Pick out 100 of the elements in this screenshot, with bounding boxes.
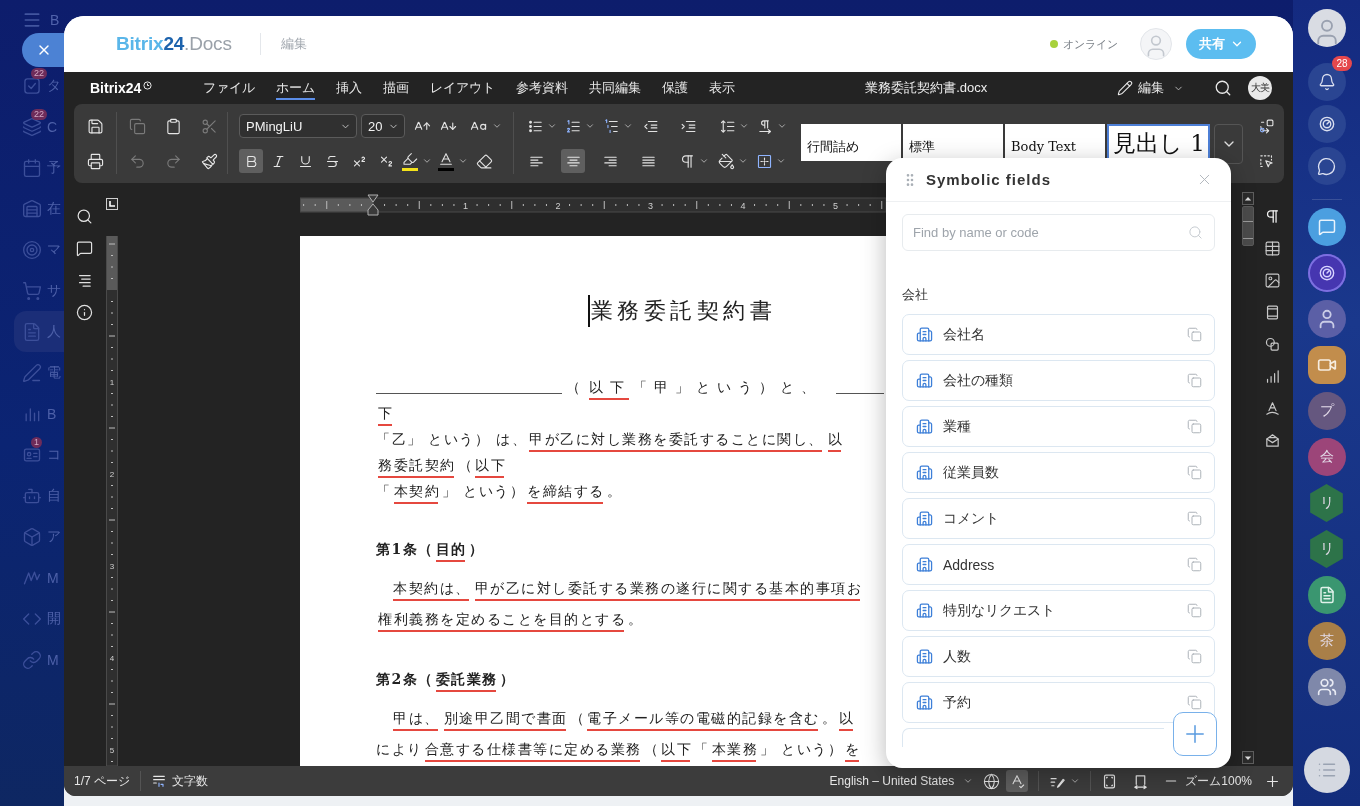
ruler-number: 1 [109,378,115,387]
field-item[interactable]: 従業員数 [902,452,1215,493]
mail-icon[interactable] [1263,432,1281,449]
document-text: 本契約は、 甲が乙に対し委託する業務の遂行に関する基本的事項お [376,572,864,603]
caret-icon[interactable] [776,156,786,166]
table-icon[interactable] [1263,240,1281,257]
sidebar-item[interactable]: 1 コ [14,434,64,475]
search-field[interactable]: Find by name or code [902,214,1215,251]
menu-tab[interactable]: 描画 [383,76,410,100]
document-icon[interactable] [1307,576,1346,614]
group-avatar[interactable] [1307,668,1346,706]
comment-icon[interactable] [75,240,93,257]
globe-icon[interactable] [983,772,1001,790]
scroll-down-button[interactable] [1242,751,1254,764]
borders-icon[interactable] [755,152,773,170]
field-item[interactable]: Address [902,544,1215,585]
search-icon[interactable] [75,208,93,225]
caret-icon[interactable] [738,156,748,166]
chat-icon[interactable] [1307,208,1346,246]
video-camera-icon[interactable] [1307,346,1346,384]
field-item[interactable]: 予約 [902,682,1215,723]
caret-icon[interactable] [458,156,468,166]
document-text: 務委託契約（以下 [376,452,508,478]
multilevel-list-icon[interactable] [602,117,620,135]
field-item[interactable]: 会社の種類 [902,360,1215,401]
style-preset[interactable]: 行間詰め [801,124,901,161]
field-item[interactable]: 業種 [902,406,1215,447]
text-art-icon[interactable] [1263,400,1281,417]
indent-marker[interactable] [367,194,379,216]
subscript-icon [378,153,394,169]
sidebar-item[interactable]: 22 C [14,106,64,147]
menu-tab[interactable]: レイアウト [430,76,496,100]
fit-width-icon[interactable] [1132,772,1150,790]
document-name: 業務委託契約書.docx [865,79,988,97]
field-item[interactable]: 特別なリクエスト [902,590,1215,631]
calendar-icon [22,157,42,178]
menu-tab[interactable]: 参考資料 [516,76,569,100]
menu-tab[interactable]: 表示 [709,76,736,100]
caret-icon[interactable] [739,121,749,131]
tab-stop-icon[interactable] [106,198,118,210]
font-color-icon[interactable] [437,151,454,171]
caret-icon[interactable] [422,156,432,166]
sidebar-item[interactable]: 22 タ [14,65,64,106]
menu-tab[interactable]: 挿入 [336,76,363,100]
search-icon[interactable] [1214,79,1232,97]
caret-icon[interactable] [777,121,787,131]
align-center-button[interactable] [561,149,585,173]
paste-icon[interactable] [164,117,182,135]
format-painter-icon[interactable] [200,152,218,170]
menu-tab[interactable]: ファイル [203,76,256,100]
field-item[interactable] [902,728,1164,747]
caret-icon[interactable] [1070,776,1081,786]
field-item[interactable]: 会社名 [902,314,1215,355]
select-icon[interactable] [1257,152,1275,170]
bold-button[interactable] [239,149,263,173]
field-item[interactable]: コメント [902,498,1215,539]
font-size-select[interactable]: 20 [361,114,405,138]
paragraph-direction-icon[interactable] [756,117,774,135]
caret-icon[interactable] [547,121,557,131]
language-select[interactable]: English – United States [829,774,974,788]
count-badge: 22 [31,108,47,120]
image-icon[interactable] [1263,272,1281,289]
target-icon[interactable] [1307,254,1346,292]
menu-tab[interactable]: 共同編集 [589,76,642,100]
caret-icon[interactable] [492,121,502,131]
font-select[interactable]: PMingLiU [239,114,357,138]
target-icon[interactable] [1307,105,1346,143]
field-item[interactable]: 人数 [902,636,1215,677]
menu-button[interactable] [1303,747,1350,793]
print-icon[interactable] [86,152,104,170]
numbered-list-icon[interactable] [564,117,582,135]
user-avatar[interactable]: 大美 [1248,76,1272,100]
edit-mode-button[interactable]: 編集 [1117,79,1184,97]
user-avatar[interactable] [1307,300,1346,338]
caret-icon[interactable] [699,156,709,166]
highlighter-icon[interactable] [401,151,418,171]
word-count-button[interactable]: 文字数 [151,772,208,790]
replace-icon[interactable] [1257,117,1275,135]
scroll-up-button[interactable] [1242,192,1254,205]
save-icon[interactable] [86,117,104,135]
app-avatar[interactable]: プ [1307,392,1346,430]
add-field-button[interactable] [1173,712,1217,756]
eraser-icon[interactable] [475,152,493,170]
caret-icon[interactable] [623,121,633,131]
info-icon[interactable] [75,304,93,321]
app-avatar[interactable]: 会 [1307,438,1346,476]
line-spacing-icon[interactable] [718,117,736,135]
caret-icon[interactable] [585,121,595,131]
shapes-icon[interactable] [1263,336,1281,353]
user-avatar[interactable] [1307,9,1346,47]
close-button[interactable] [22,33,64,67]
page-count[interactable]: 1/7 ページ [74,772,130,790]
fill-in-line[interactable] [836,392,884,394]
paint-bucket-icon[interactable] [717,152,735,170]
scrollbar-thumb[interactable] [1242,206,1254,246]
menu-tab[interactable]: ホーム [276,76,316,100]
menu-tab[interactable]: 保護 [662,76,689,100]
fill-in-line[interactable] [376,392,562,394]
chat-icon[interactable] [1307,147,1346,185]
spellcheck-button[interactable] [1006,770,1029,792]
